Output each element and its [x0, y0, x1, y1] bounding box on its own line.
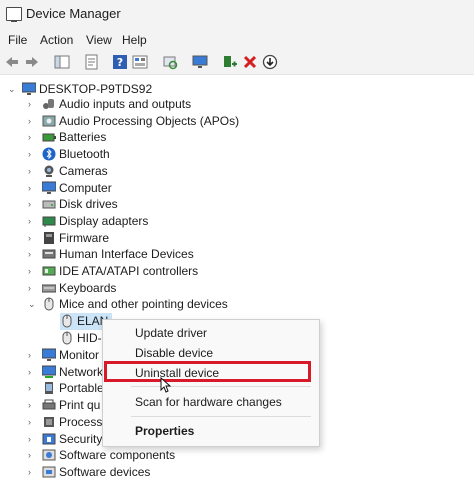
expand-keyboards-icon[interactable]: ›	[28, 283, 38, 293]
tree-item-audio[interactable]: Audio inputs and outputs	[42, 96, 262, 113]
expand-ide-ata-icon[interactable]: ›	[28, 266, 38, 276]
properties-icon[interactable]	[84, 54, 100, 70]
back-arrow-icon[interactable]	[4, 54, 20, 70]
ide-controller-icon	[42, 266, 56, 276]
monitor-icon[interactable]	[192, 54, 208, 70]
expand-audio-icon[interactable]: ›	[28, 99, 38, 109]
menu-update-driver[interactable]: Update driver	[135, 326, 207, 340]
mouse-icon	[44, 297, 54, 311]
expand-print-queues-icon[interactable]: ›	[28, 400, 38, 410]
window-title: Device Manager	[26, 6, 121, 21]
toolbar: ?	[0, 50, 474, 75]
expand-display-adapters-icon[interactable]: ›	[28, 216, 38, 226]
expand-portable-devices-icon[interactable]: ›	[28, 383, 38, 393]
scan-hardware-icon[interactable]	[162, 54, 178, 70]
mouse-cursor-icon	[160, 377, 172, 393]
computer-icon	[42, 181, 56, 194]
expand-disk-drives-icon[interactable]: ›	[28, 199, 38, 209]
camera-icon	[44, 165, 54, 177]
tree-item-computer[interactable]: Computer	[42, 180, 262, 197]
tree-item-software-components[interactable]: Software components	[42, 447, 242, 464]
device-manager-app-icon	[6, 7, 22, 22]
printer-icon	[42, 399, 56, 410]
expand-monitors-icon[interactable]: ›	[28, 350, 38, 360]
network-adapter-icon	[42, 365, 56, 378]
red-highlight-box	[104, 361, 311, 382]
tree-item-keyboards[interactable]: Keyboards	[42, 280, 262, 297]
menu-bar: File Action View Help	[0, 30, 474, 50]
expand-security-devices-icon[interactable]: ›	[28, 434, 38, 444]
expand-bluetooth-icon[interactable]: ›	[28, 149, 38, 159]
mouse-icon	[62, 331, 72, 345]
expand-computer-icon[interactable]: ›	[28, 183, 38, 193]
expand-mice-icon[interactable]: ⌄	[28, 299, 38, 309]
menu-disable-device[interactable]: Disable device	[135, 346, 213, 360]
tree-item-hid[interactable]: Human Interface Devices	[42, 246, 262, 263]
update-driver-icon[interactable]	[262, 54, 278, 70]
tree-item-bluetooth[interactable]: Bluetooth	[42, 146, 262, 163]
uninstall-x-icon[interactable]	[242, 54, 258, 70]
expand-cameras-icon[interactable]: ›	[28, 166, 38, 176]
menu-file[interactable]: File	[8, 33, 27, 47]
expand-batteries-icon[interactable]: ›	[28, 132, 38, 142]
tree-item-ide-ata[interactable]: IDE ATA/ATAPI controllers	[42, 263, 262, 280]
menu-properties[interactable]: Properties	[135, 424, 194, 438]
context-menu: Update driver Disable device Uninstall d…	[102, 319, 320, 447]
firmware-icon	[44, 231, 54, 244]
action-pane-icon[interactable]	[132, 54, 148, 70]
expand-network-adapters-icon[interactable]: ›	[28, 367, 38, 377]
menu-action[interactable]: Action	[40, 33, 73, 47]
menu-help[interactable]: Help	[122, 33, 147, 47]
enable-device-icon[interactable]	[222, 54, 238, 70]
battery-icon	[42, 133, 56, 142]
security-device-icon	[42, 433, 56, 444]
title-bar: Device Manager	[0, 0, 474, 30]
speaker-icon	[43, 99, 54, 109]
expand-processors-icon[interactable]: ›	[28, 417, 38, 427]
bluetooth-icon	[42, 147, 56, 161]
disk-drive-icon	[42, 200, 56, 209]
expand-software-components-icon[interactable]: ›	[28, 450, 38, 460]
tree-item-display-adapters[interactable]: Display adapters	[42, 213, 262, 230]
display-adapter-icon	[42, 216, 56, 227]
software-component-icon	[42, 449, 56, 461]
svg-text:?: ?	[117, 56, 123, 69]
keyboard-icon	[42, 284, 56, 293]
help-icon[interactable]: ?	[112, 54, 128, 70]
hid-icon	[42, 249, 56, 259]
expand-apo-icon[interactable]: ›	[28, 116, 38, 126]
show-hide-console-tree-icon[interactable]	[54, 54, 70, 70]
tree-item-firmware[interactable]: Firmware	[42, 230, 262, 247]
expand-software-devices-icon[interactable]: ›	[28, 467, 38, 477]
software-device-icon	[42, 466, 56, 478]
tree-item-cameras[interactable]: Cameras	[42, 163, 262, 180]
tree-item-mice[interactable]: Mice and other pointing devices	[42, 296, 262, 313]
tree-item-software-devices[interactable]: Software devices	[42, 464, 242, 481]
mouse-icon	[62, 314, 72, 328]
tree-item-disk-drives[interactable]: Disk drives	[42, 196, 262, 213]
portable-device-icon	[45, 382, 53, 395]
menu-separator	[131, 386, 311, 387]
tree-item-apo[interactable]: Audio Processing Objects (APOs)	[42, 113, 262, 130]
computer-icon	[22, 82, 36, 95]
menu-separator	[131, 416, 311, 417]
monitor-icon	[42, 348, 56, 361]
tree-item-batteries[interactable]: Batteries	[42, 129, 262, 146]
expand-hid-icon[interactable]: ›	[28, 249, 38, 259]
processor-icon	[44, 416, 54, 427]
collapse-root-icon[interactable]: ⌄	[8, 84, 18, 94]
menu-view[interactable]: View	[86, 33, 112, 47]
forward-arrow-icon[interactable]	[24, 54, 40, 70]
apo-icon	[42, 115, 56, 127]
menu-scan-hardware[interactable]: Scan for hardware changes	[135, 395, 282, 409]
expand-firmware-icon[interactable]: ›	[28, 233, 38, 243]
